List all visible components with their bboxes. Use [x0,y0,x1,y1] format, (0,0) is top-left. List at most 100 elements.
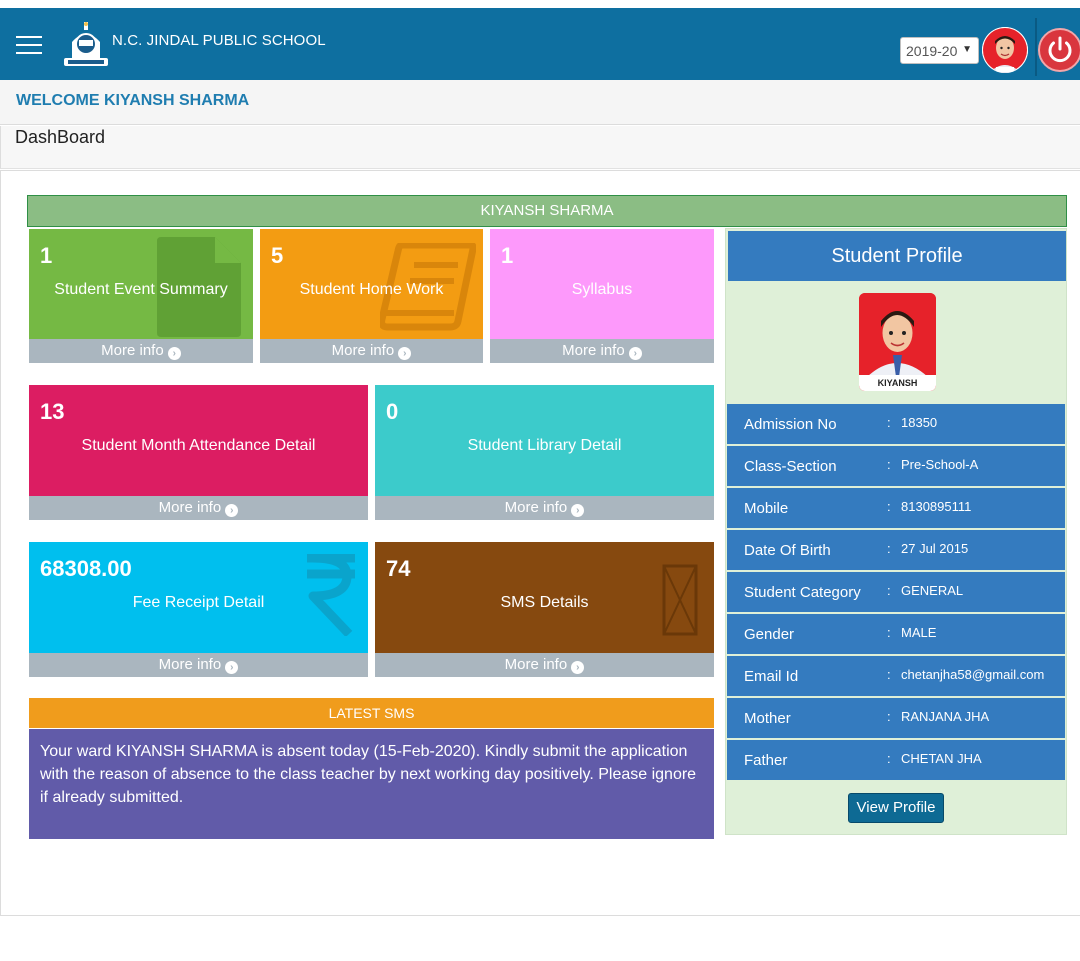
profile-row-date-of-birth: Date Of Birth : 27 Jul 2015 [727,530,1065,570]
profile-value: CHETAN JHA [901,751,982,766]
user-avatar[interactable] [982,27,1028,73]
more-info-link[interactable]: More info › [29,653,368,677]
tile-count: 13 [40,399,65,424]
profile-key: Class-Section [744,458,837,475]
profile-key: Mother [744,710,791,727]
session-value: 2019-20 [906,43,958,59]
tile-count: 1 [40,243,53,268]
profile-key: Gender [744,626,795,643]
tile-student-event-summary[interactable]: 1 Student Event Summary More info › [29,229,253,363]
profile-row-mobile: Mobile : 8130895111 [727,488,1065,528]
tile-label: Fee Receipt Detail [132,594,265,611]
tile-student-month-attendance[interactable]: 13 Student Month Attendance Detail More … [29,385,368,520]
profile-separator: : [887,499,891,514]
arrow-circle-right-icon: › [225,661,239,674]
more-info-label: More info [331,342,395,359]
profile-title: Student Profile [728,231,1066,281]
profile-key: Father [744,752,788,769]
welcome-bar: WELCOME KIYANSH SHARMA [0,80,1080,125]
tile-count: 74 [386,556,411,581]
profile-value: GENERAL [901,583,964,598]
profile-value: Pre-School-A [901,457,979,472]
more-info-label: More info [504,499,568,516]
more-info-link[interactable]: More info › [490,339,714,363]
profile-separator: : [887,541,891,556]
more-info-label: More info [158,499,222,516]
tile-label: SMS Details [500,594,589,611]
tile-label: Student Home Work [299,281,444,298]
tile-student-home-work[interactable]: 5 Student Home Work More info › [260,229,483,363]
page-title: DashBoard [15,127,106,147]
more-info-link[interactable]: More info › [29,496,368,520]
more-info-label: More info [504,656,568,673]
profile-row-admission-no: Admission No : 18350 [727,404,1065,444]
latest-sms-message: Your ward KIYANSH SHARMA is absent today… [29,729,714,839]
tile-label: Student Month Attendance Detail [81,437,316,454]
profile-separator: : [887,709,891,724]
arrow-circle-right-icon: › [398,347,412,360]
school-name: N.C. JINDAL PUBLIC SCHOOL [112,32,326,49]
profile-separator: : [887,457,891,472]
top-navbar: N.C. JINDAL PUBLIC SCHOOL 2019-20 ▼ [0,8,1080,80]
navbar-divider [1035,18,1037,76]
profile-value: 27 Jul 2015 [901,541,969,556]
profile-row-mother: Mother : RANJANA JHA [727,698,1065,738]
more-info-link[interactable]: More info › [260,339,483,363]
profile-row-class-section: Class-Section : Pre-School-A [727,446,1065,486]
page-header: DashBoard [0,126,1080,169]
arrow-circle-right-icon: › [571,504,585,517]
profile-value: chetanjha58@gmail.com [901,667,1045,682]
profile-value: RANJANA JHA [901,709,990,724]
session-select[interactable]: 2019-20 ▼ [900,37,979,64]
arrow-circle-right-icon: › [571,661,585,674]
tile-label: Student Library Detail [467,437,622,454]
more-info-label: More info [562,342,625,359]
profile-separator: : [887,625,891,640]
more-info-label: More info [101,342,164,359]
profile-row-father: Father : CHETAN JHA [727,740,1065,780]
tile-syllabus[interactable]: 1 Syllabus More info › [490,229,714,363]
profile-key: Student Category [744,584,861,601]
school-logo [64,20,108,68]
photo-caption: KIYANSH SHARMA [859,375,936,391]
more-info-label: More info [158,656,222,673]
student-photo: KIYANSH SHARMA [859,293,936,391]
chevron-down-icon: ▼ [962,44,972,55]
tile-count: 1 [501,243,514,268]
latest-sms-header: LATEST SMS [29,698,714,728]
more-info-link[interactable]: More info › [375,496,714,520]
view-profile-button[interactable]: View Profile [848,793,944,823]
tile-count: 0 [386,399,399,424]
tile-student-library-detail[interactable]: 0 Student Library Detail More info › [375,385,714,520]
profile-key: Email Id [744,668,799,685]
tile-sms-details[interactable]: 74 SMS Details More info › [375,542,714,677]
profile-key: Date Of Birth [744,542,831,559]
profile-key: Admission No [744,416,837,433]
profile-row-student-category: Student Category : GENERAL [727,572,1065,612]
profile-value: 8130895111 [901,499,972,514]
profile-key: Mobile [744,500,789,517]
arrow-circle-right-icon: › [225,504,239,517]
power-icon[interactable] [1038,28,1080,72]
tile-count: 68308.00 [40,556,132,581]
tile-label: Student Event Summary [54,281,228,298]
tile-label: Syllabus [571,281,633,298]
tile-fee-receipt-detail[interactable]: 68308.00 Fee Receipt Detail More info › [29,542,368,677]
profile-row-gender: Gender : MALE [727,614,1065,654]
more-info-link[interactable]: More info › [375,653,714,677]
profile-separator: : [887,415,891,430]
profile-row-email-id: Email Id : chetanjha58@gmail.com [727,656,1065,696]
profile-separator: : [887,667,891,682]
menu-icon[interactable] [16,36,42,54]
profile-value: MALE [901,625,937,640]
app-root: N.C. JINDAL PUBLIC SCHOOL 2019-20 ▼ WELC… [0,0,1080,961]
profile-separator: : [887,583,891,598]
more-info-link[interactable]: More info › [29,339,253,363]
arrow-circle-right-icon: › [628,347,642,360]
arrow-circle-right-icon: › [167,347,181,360]
profile-value: 18350 [901,415,938,430]
student-name-banner: KIYANSH SHARMA [27,195,1067,227]
tile-count: 5 [271,243,284,268]
welcome-text: WELCOME KIYANSH SHARMA [16,92,250,109]
profile-separator: : [887,751,891,766]
